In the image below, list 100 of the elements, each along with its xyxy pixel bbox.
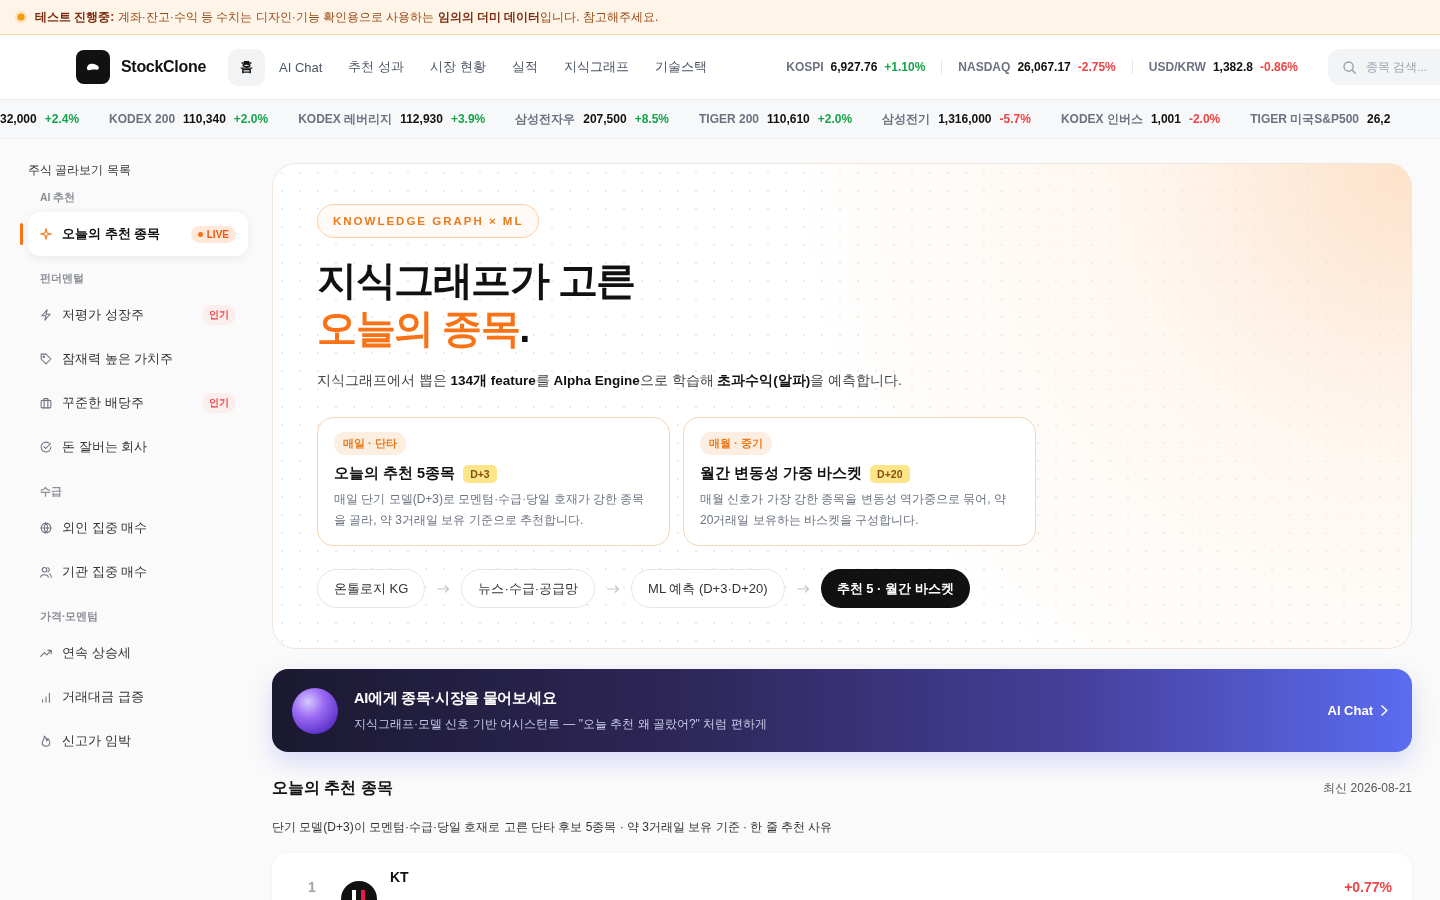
- nav-tab[interactable]: 추천 성과: [336, 48, 416, 86]
- ticker-name: KODEX 레버리지: [298, 110, 393, 128]
- ai-chat-link[interactable]: AI Chat: [1327, 703, 1388, 718]
- status-dot-icon: [15, 11, 27, 23]
- rank-number: 1: [308, 879, 317, 895]
- nav-tab[interactable]: AI Chat: [267, 48, 335, 86]
- index-value: 26,067.17: [1017, 60, 1071, 74]
- hero-tag: KNOWLEDGE GRAPH × ML: [317, 204, 540, 238]
- arrow-icon: [437, 584, 450, 593]
- index-name: NASDAQ: [958, 60, 1011, 74]
- index-change: -2.75%: [1077, 60, 1116, 74]
- pipeline-step[interactable]: 온톨로지 KG: [317, 569, 426, 608]
- index-change: +1.10%: [884, 60, 926, 74]
- ticker-price: 112,930: [400, 112, 443, 126]
- price-change: +0.77%: [1344, 879, 1392, 895]
- pipeline-step[interactable]: ML 예측 (D+3·D+20): [631, 569, 785, 608]
- sidebar-item[interactable]: 꾸준한 배당주 인기: [20, 381, 248, 425]
- globe-icon: [40, 522, 52, 534]
- sidebar-item[interactable]: 저평가 성장주 인기: [20, 293, 248, 337]
- card-tag: 매월 · 중기: [700, 432, 772, 455]
- flame-icon: [40, 735, 52, 747]
- popular-badge: 인기: [202, 393, 236, 413]
- hero-description: 지식그래프에서 뽑은 134개 feature를 Alpha Engine으로 학습해 초과수익(알파)을 예측합니다.: [317, 372, 903, 390]
- sidebar-item[interactable]: 신고가 임박: [20, 719, 248, 763]
- lightning-icon: [40, 309, 52, 321]
- nav-tab[interactable]: 시장 현황: [418, 48, 498, 86]
- ticker-price: 1,001: [1150, 112, 1181, 126]
- ticker-price: 32,000: [0, 112, 37, 126]
- banner-title: AI에게 종목·시장을 물어보세요: [354, 688, 558, 708]
- ticker-change: -5.7%: [999, 112, 1031, 126]
- bar-chart-icon: [40, 691, 52, 703]
- users-icon: [40, 566, 52, 578]
- ticker-change: +2.0%: [817, 112, 853, 126]
- ticker-name: TIGER 200: [699, 112, 760, 126]
- ticker-name: TIGER 미국S&P500: [1250, 110, 1359, 128]
- sidebar-item[interactable]: 외인 집중 매수: [20, 506, 248, 550]
- index-name: USD/KRW: [1148, 60, 1206, 74]
- stock-card[interactable]: 1 KT +0.77%: [272, 853, 1412, 900]
- tag-icon: [40, 353, 52, 365]
- index-value: 1,382.8: [1212, 60, 1253, 74]
- card-description: 매월 신호가 가장 강한 종목을 변동성 역가중으로 묶어, 약 20거래일 보유하는 바스켓을 구성합니다.: [700, 491, 1007, 529]
- section-description: 단기 모델(D+3)이 모멘텀·수급·당일 호재로 고른 단타 후보 5종목 · 약 3거래일 보유 기준 · 한 줄 추천 사유: [272, 819, 834, 836]
- updated-date: 최신 2026-08-21: [1323, 780, 1412, 797]
- section-label: AI 추천: [39, 191, 77, 204]
- nav-tab[interactable]: 기술스택: [642, 48, 719, 86]
- search-field[interactable]: 종목 검색...: [1328, 49, 1440, 85]
- ticker-change: +8.5%: [634, 112, 669, 126]
- hero-headline: 지식그래프가 고른 오늘의 종목.: [317, 257, 636, 352]
- ticker-price: 26,2: [1367, 112, 1391, 126]
- sidebar-item[interactable]: 돈 잘버는 회사: [20, 425, 248, 469]
- section-label: 수급: [39, 485, 63, 498]
- briefcase-icon: [40, 397, 52, 409]
- sidebar-title: 주식 골라보기 목록: [27, 163, 132, 177]
- arrow-icon: [796, 584, 809, 593]
- nav-tab[interactable]: 지식그래프: [551, 48, 641, 86]
- pipeline-step[interactable]: 뉴스·수급·공급망: [461, 569, 596, 608]
- horizon-badge: D+20: [870, 464, 910, 483]
- index-change: -0.86%: [1259, 60, 1298, 74]
- ticker-change: +3.9%: [450, 112, 486, 126]
- check-circle-icon: [40, 441, 52, 453]
- notice-text: 테스트 진행중: 계좌·잔고·수익 등 수치는 디자인·기능 확인용으로 사용하는 임의의 더미 데이터입니다. 참고해주세요.: [35, 8, 659, 26]
- section-label: 가격·모멘텀: [39, 610, 100, 623]
- section-label: 펀더멘털: [39, 272, 85, 285]
- card-title: 오늘의 추천 5종목: [334, 464, 456, 483]
- banner-subtitle: 지식그래프·모델 신호 기반 어시스턴트 — "오늘 추천 왜 골랐어?" 처럼 편하게: [354, 715, 768, 733]
- section-title: 오늘의 추천 종목: [272, 778, 393, 798]
- dot-icon: [197, 231, 203, 237]
- ticker-name: KODEX 인버스: [1060, 110, 1143, 128]
- sidebar-item[interactable]: 연속 상승세: [20, 631, 248, 675]
- stock-name: KT: [390, 869, 409, 885]
- sidebar-item[interactable]: 거래대금 급증: [20, 675, 248, 719]
- search-icon: [1343, 61, 1356, 74]
- ticker-change: -2.0%: [1188, 112, 1221, 126]
- sidebar-item[interactable]: 기관 집중 매수: [20, 550, 248, 594]
- app-logo-icon[interactable]: [76, 50, 110, 84]
- ticker-name: 삼성전자우: [515, 110, 576, 128]
- ticker-price: 110,340: [183, 112, 226, 126]
- ticker-name: KODEX 200: [109, 112, 176, 126]
- index-value: 6,927.76: [830, 60, 878, 74]
- live-badge: LIVE: [190, 225, 236, 243]
- index-name: KOSPI: [786, 60, 824, 74]
- ticker-name: 삼성전기: [882, 110, 931, 128]
- horizon-badge: D+3: [463, 464, 497, 483]
- ticker-price: 110,610: [767, 112, 810, 126]
- ticker-price: 1,316,000: [938, 112, 992, 126]
- card-description: 매일 단기 모델(D+3)로 모멘텀·수급·당일 호재가 강한 종목을 골라, 약 3거래일 보유 기준으로 추천합니다.: [334, 491, 646, 529]
- app-name[interactable]: StockClone: [121, 58, 207, 76]
- pipeline-result[interactable]: 추천 5 · 월간 바스켓: [820, 569, 970, 608]
- chevron-right-icon: [1381, 705, 1388, 716]
- popular-badge: 인기: [202, 305, 236, 325]
- card-tag: 매일 · 단타: [334, 432, 406, 455]
- sidebar-item[interactable]: 잠재력 높은 가치주: [20, 337, 248, 381]
- ticker-change: +2.4%: [44, 112, 80, 126]
- card-title: 월간 변동성 가중 바스켓: [700, 464, 863, 483]
- sparkle-icon: [40, 228, 52, 240]
- nav-tab[interactable]: 실적: [499, 48, 550, 86]
- arrow-icon: [607, 584, 620, 593]
- nav-tab[interactable]: 홈: [228, 48, 266, 86]
- ticker-price: 207,500: [583, 112, 627, 126]
- trend-up-icon: [40, 647, 52, 659]
